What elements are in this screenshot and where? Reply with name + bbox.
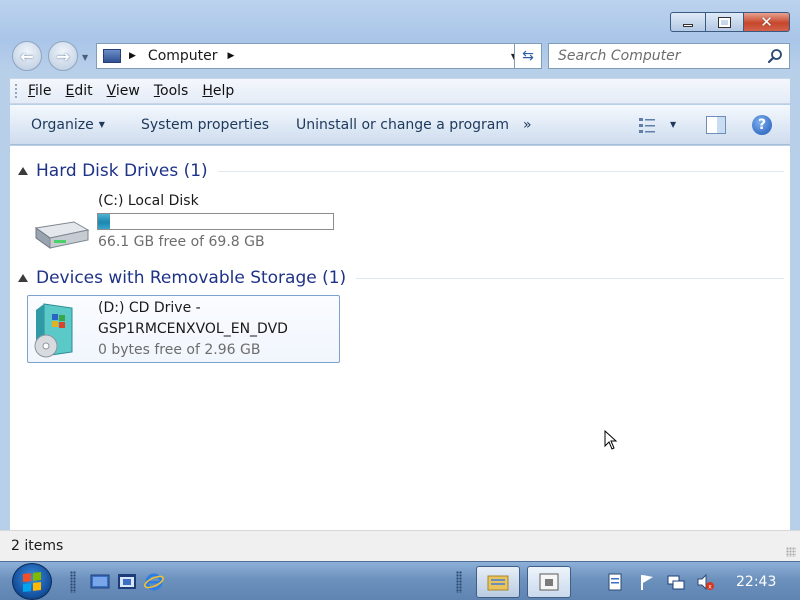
drive-d-name-line2: GSP1RMCENXVOL_EN_DVD	[98, 321, 288, 337]
drive-c-usage-fill	[98, 214, 111, 229]
maximize-icon	[718, 16, 731, 28]
maximize-button[interactable]	[706, 12, 744, 32]
uninstall-program-button[interactable]: Uninstall or change a program	[296, 117, 509, 133]
menubar-grip	[14, 83, 18, 99]
resize-grip[interactable]	[786, 547, 796, 557]
breadcrumb-computer[interactable]: Computer	[148, 48, 218, 64]
group-hard-disk-drives[interactable]: Hard Disk Drives (1)	[18, 161, 784, 181]
more-commands-button[interactable]: »	[523, 117, 532, 133]
network-icon[interactable]	[667, 573, 685, 591]
back-button[interactable]: ←	[12, 41, 42, 71]
refresh-button[interactable]: ⇆	[514, 43, 542, 69]
change-view-icon[interactable]	[638, 116, 658, 134]
document-tray-icon[interactable]	[606, 573, 624, 591]
command-bar: Organize ▼ System properties Uninstall or…	[10, 105, 790, 145]
organize-button[interactable]: Organize ▼	[31, 117, 105, 133]
menu-tools[interactable]: Tools	[154, 83, 189, 99]
windows-logo-icon	[23, 571, 41, 592]
content-pane: Hard Disk Drives (1) (C:) Local Disk 66.…	[10, 146, 790, 530]
minimize-button[interactable]	[670, 12, 706, 32]
action-center-flag-icon[interactable]	[638, 573, 656, 591]
back-arrow-icon: ←	[20, 46, 34, 66]
collapse-arrow-icon[interactable]	[18, 274, 28, 282]
drive-c-name: (C:) Local Disk	[98, 193, 199, 209]
caption-buttons: ✕	[670, 12, 790, 32]
group-title: Devices with Removable Storage (1)	[36, 268, 347, 288]
close-button[interactable]: ✕	[744, 12, 790, 32]
system-properties-button[interactable]: System properties	[141, 117, 269, 133]
taskbar: x 22:43	[0, 561, 800, 600]
collapse-arrow-icon[interactable]	[18, 167, 28, 175]
drive-d-name-line1: (D:) CD Drive -	[98, 300, 201, 316]
drive-c-usage-bar	[97, 213, 334, 230]
drive-d-free-space: 0 bytes free of 2.96 GB	[98, 342, 261, 358]
computer-icon	[103, 49, 121, 63]
drive-c-free-space: 66.1 GB free of 69.8 GB	[98, 234, 265, 250]
navigation-row: ← → ▼ ▶ Computer ▶ ▼ ⇆ Search Computer	[10, 40, 790, 72]
show-desktop-icon[interactable]	[90, 573, 110, 591]
menu-edit[interactable]: Edit	[65, 83, 92, 99]
search-placeholder: Search Computer	[558, 48, 681, 64]
minimize-icon	[683, 23, 693, 27]
taskbar-computer-button[interactable]	[527, 566, 571, 598]
taskbar-explorer-button[interactable]	[476, 566, 520, 598]
group-removable-storage[interactable]: Devices with Removable Storage (1)	[18, 268, 784, 288]
status-bar: 2 items	[0, 530, 800, 561]
menu-view[interactable]: View	[107, 83, 140, 99]
search-input[interactable]: Search Computer	[548, 43, 790, 69]
menu-help[interactable]: Help	[202, 83, 234, 99]
close-icon: ✕	[760, 12, 773, 31]
breadcrumb-chevron-icon[interactable]: ▶	[228, 51, 235, 61]
internet-explorer-icon[interactable]	[144, 573, 164, 591]
organize-dropdown-icon: ▼	[98, 120, 105, 129]
group-title: Hard Disk Drives (1)	[36, 161, 208, 181]
hard-disk-icon	[34, 221, 90, 249]
system-clock[interactable]: 22:43	[736, 574, 776, 590]
start-button[interactable]	[12, 563, 52, 600]
views-dropdown-icon[interactable]: ▼	[670, 120, 676, 129]
forward-button[interactable]: →	[48, 41, 78, 71]
forward-arrow-icon: →	[56, 46, 70, 66]
drive-d[interactable]: (D:) CD Drive - GSP1RMCENXVOL_EN_DVD 0 b…	[27, 295, 340, 363]
breadcrumb-chevron-icon[interactable]: ▶	[129, 51, 136, 61]
taskbar-grip	[456, 571, 462, 593]
svg-text:x: x	[708, 584, 712, 591]
cd-drive-icon	[34, 303, 73, 358]
folder-icon	[487, 575, 509, 591]
address-bar[interactable]: ▶ Computer ▶ ▼	[96, 43, 524, 69]
group-divider	[356, 277, 784, 279]
group-divider	[217, 170, 784, 172]
mouse-cursor-icon	[604, 430, 618, 450]
menu-bar: File Edit View Tools Help	[10, 78, 790, 104]
volume-muted-icon[interactable]: x	[696, 573, 714, 591]
preview-pane-icon[interactable]	[706, 116, 726, 134]
item-count: 2 items	[11, 538, 64, 554]
explorer-window: ✕ ← → ▼ ▶ Computer ▶ ▼ ⇆ Search Computer…	[0, 0, 800, 561]
organize-label: Organize	[31, 117, 94, 133]
computer-window-icon	[539, 573, 559, 591]
switch-windows-icon[interactable]	[117, 573, 137, 591]
recent-pages-dropdown-icon[interactable]: ▼	[82, 53, 88, 62]
help-icon[interactable]: ?	[752, 115, 772, 135]
menu-file[interactable]: File	[28, 83, 51, 99]
quicklaunch-grip	[70, 571, 76, 593]
refresh-icon: ⇆	[522, 48, 534, 64]
search-icon[interactable]	[767, 48, 783, 64]
